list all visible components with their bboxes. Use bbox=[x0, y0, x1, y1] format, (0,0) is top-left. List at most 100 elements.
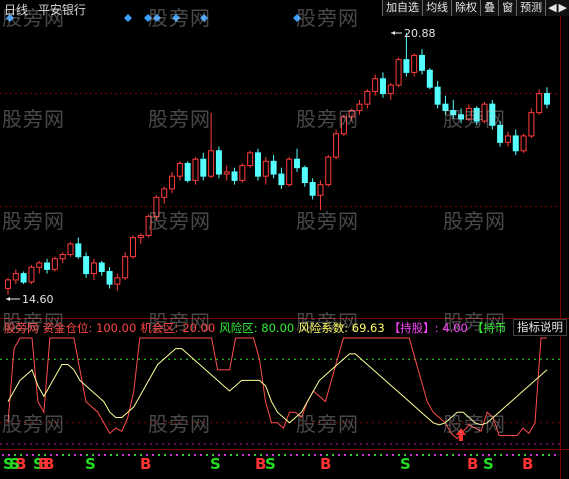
hold-label: 【持股】 bbox=[388, 321, 435, 335]
signal-dot bbox=[104, 454, 106, 456]
candle-body bbox=[254, 152, 261, 177]
signal-dot bbox=[308, 454, 310, 456]
scroll-buttons[interactable]: ◀ ▶ bbox=[545, 0, 569, 16]
moving-average-button[interactable]: 均线 bbox=[422, 0, 452, 16]
signal-dot bbox=[434, 454, 436, 456]
hold-stock: 【持股】: 4.00 bbox=[388, 321, 468, 335]
signal-dot bbox=[68, 454, 70, 456]
signal-dot bbox=[134, 454, 136, 456]
buy-signal: B bbox=[38, 455, 50, 473]
candle-body bbox=[161, 188, 168, 198]
signal-dot bbox=[368, 454, 370, 456]
min-price-label: 14.60 bbox=[22, 293, 54, 306]
period-label[interactable]: 日线 bbox=[4, 3, 28, 17]
candle-body bbox=[340, 116, 347, 135]
candle-body bbox=[208, 150, 215, 177]
signal-dot bbox=[518, 454, 520, 456]
signal-dot bbox=[362, 454, 364, 456]
candle-body bbox=[145, 215, 152, 236]
signal-dot bbox=[392, 454, 394, 456]
risk-coef-value: 69.63 bbox=[351, 321, 385, 335]
signal-dot bbox=[464, 454, 466, 456]
signal-dot bbox=[338, 454, 340, 456]
sell-signal: S bbox=[85, 455, 96, 473]
triangle-right-icon[interactable]: ▶ bbox=[559, 1, 567, 14]
signal-dot bbox=[356, 454, 358, 456]
candle-body bbox=[98, 262, 105, 272]
candle-body bbox=[192, 158, 199, 181]
candle-body bbox=[12, 273, 19, 281]
candle-body bbox=[387, 84, 394, 95]
indicator-grid bbox=[0, 358, 560, 445]
signal-dot bbox=[350, 454, 352, 456]
candle-body bbox=[481, 103, 488, 122]
signal-dot bbox=[122, 454, 124, 456]
signal-dot bbox=[314, 454, 316, 456]
candle-body bbox=[458, 114, 465, 120]
signal-dot bbox=[296, 454, 298, 456]
triangle-left-icon[interactable]: ◀ bbox=[548, 1, 556, 14]
candle-body bbox=[44, 262, 51, 270]
candle-body bbox=[153, 196, 160, 217]
candle-body bbox=[106, 270, 113, 285]
signal-dot bbox=[380, 454, 382, 456]
signal-dot bbox=[248, 454, 250, 456]
signal-dot bbox=[428, 454, 430, 456]
candle-body bbox=[90, 262, 97, 275]
risk-coefficient: 风险系数: 69.63 bbox=[298, 320, 384, 336]
signal-dot bbox=[554, 454, 556, 456]
buy-signal: B bbox=[140, 455, 152, 473]
window-button[interactable]: 窗 bbox=[498, 0, 517, 16]
risk-zone: 风险区: 80.00 bbox=[219, 320, 294, 336]
signal-dot bbox=[98, 454, 100, 456]
signal-dot bbox=[164, 454, 166, 456]
overlay-button[interactable]: 叠 bbox=[480, 0, 499, 16]
signal-dot bbox=[56, 454, 58, 456]
signal-dot bbox=[494, 454, 496, 456]
signal-dot bbox=[116, 454, 118, 456]
candle-body bbox=[544, 93, 550, 105]
candle-body bbox=[270, 160, 277, 175]
candle-body bbox=[411, 54, 418, 73]
fund-position: 资金仓位: 100.00 bbox=[43, 320, 137, 336]
signal-dot bbox=[158, 454, 160, 456]
sell-signal: S bbox=[265, 455, 276, 473]
candle-body bbox=[504, 135, 511, 143]
signal-dot bbox=[194, 454, 196, 456]
candle-body bbox=[262, 160, 269, 177]
indicator-help-button[interactable]: 指标说明 bbox=[513, 319, 567, 336]
signal-dot bbox=[446, 454, 448, 456]
chart-toolbar: 加自选 均线 除权 叠 窗 预测 ◀ ▶ bbox=[382, 0, 569, 16]
risk-zone-value: 80.00 bbox=[261, 321, 295, 335]
ex-rights-button[interactable]: 除权 bbox=[451, 0, 481, 16]
indicator-header: 股旁网 资金仓位: 100.00 机会区: 20.00 风险区: 80.00 风… bbox=[4, 320, 510, 336]
signal-dot bbox=[458, 454, 460, 456]
indicator-lines bbox=[7, 337, 548, 440]
candlestick-series bbox=[5, 33, 550, 295]
signal-dot bbox=[200, 454, 202, 456]
hold-value: 4.00 bbox=[442, 321, 468, 335]
buy-signal: B bbox=[522, 455, 534, 473]
candle-body bbox=[489, 103, 496, 126]
signal-dot bbox=[344, 454, 346, 456]
candle-body bbox=[309, 182, 316, 196]
candle-body bbox=[301, 167, 308, 184]
candle-body bbox=[5, 279, 11, 289]
candle-body bbox=[278, 173, 285, 186]
chart-title: 日线 平安银行 bbox=[4, 1, 92, 18]
candle-body bbox=[67, 243, 74, 256]
candle-body bbox=[356, 103, 363, 112]
fund-position-label: 资金仓位: bbox=[42, 321, 93, 335]
candle-body bbox=[403, 59, 410, 73]
indicator-name: 股旁网 bbox=[4, 321, 39, 335]
signal-dot bbox=[452, 454, 454, 456]
add-watchlist-button[interactable]: 加自选 bbox=[382, 0, 423, 16]
candle-body bbox=[215, 150, 222, 175]
forecast-button[interactable]: 预测 bbox=[516, 0, 546, 16]
stock-name: 平安银行 bbox=[37, 3, 86, 17]
sell-signal: S bbox=[210, 455, 221, 473]
candle-body bbox=[528, 112, 535, 137]
candle-body bbox=[137, 234, 144, 239]
candle-body bbox=[247, 152, 254, 167]
signal-dot bbox=[242, 454, 244, 456]
